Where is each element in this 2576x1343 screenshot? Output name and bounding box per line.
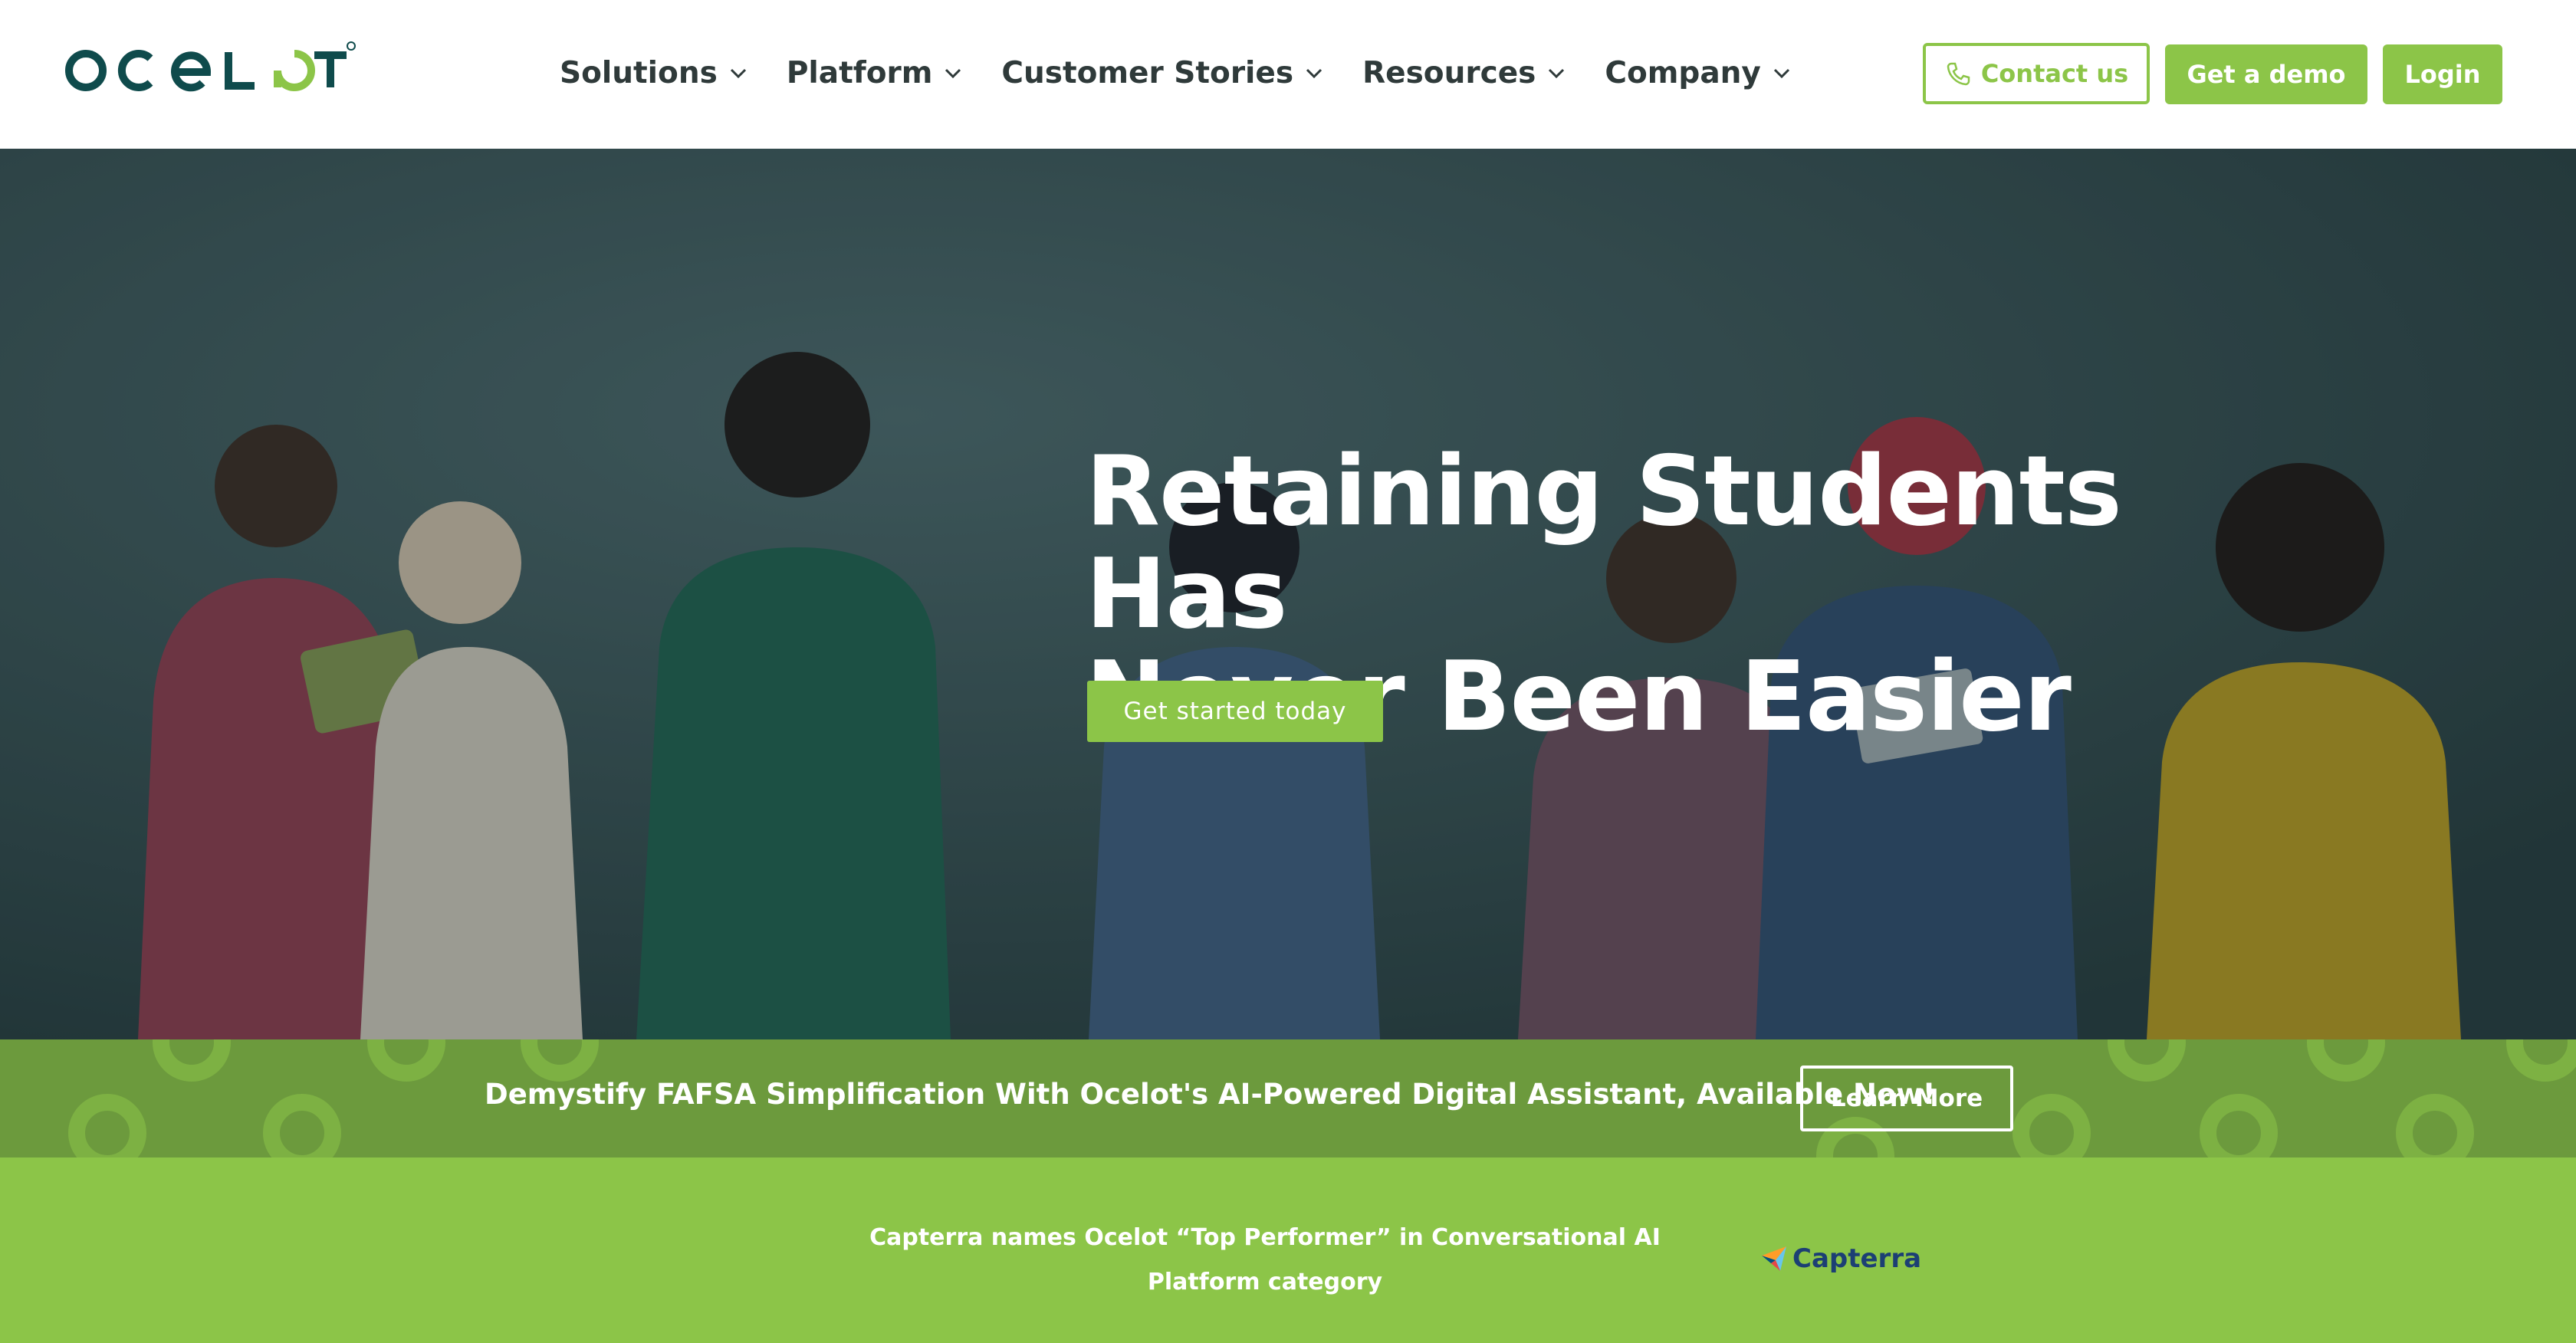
login-label: Login <box>2404 60 2481 89</box>
main-nav: Solutions Platform Customer Stories Reso… <box>560 46 1793 100</box>
ocelot-logo-graphic <box>65 41 356 92</box>
hero-section: Retaining Students Has Never Been Easier… <box>0 149 2576 1039</box>
nav-item-label: Solutions <box>560 55 718 90</box>
nav-item-label: Platform <box>786 55 933 90</box>
announcement-bar: Demystify FAFSA Simplification With Ocel… <box>0 1039 2576 1157</box>
nav-item-resources[interactable]: Resources <box>1362 46 1568 100</box>
chevron-down-icon <box>1549 68 1565 79</box>
get-demo-label: Get a demo <box>2187 60 2346 89</box>
chevron-down-icon <box>730 68 746 79</box>
nav-item-company[interactable]: Company <box>1605 46 1792 100</box>
capterra-arrow-icon <box>1762 1246 1786 1271</box>
ocelot-logo[interactable] <box>64 40 356 98</box>
site-header: Solutions Platform Customer Stories Reso… <box>0 0 2576 149</box>
nav-item-platform[interactable]: Platform <box>787 46 965 100</box>
get-started-button[interactable]: Get started today <box>1087 681 1383 742</box>
capterra-logo[interactable]: Capterra <box>1760 1243 1921 1274</box>
hero-title-line-1: Retaining Students Has <box>1086 435 2122 650</box>
announcement-text: Demystify FAFSA Simplification With Ocel… <box>485 1078 1936 1111</box>
nav-item-customer-stories[interactable]: Customer Stories <box>1001 46 1326 100</box>
capterra-award-text: Capterra names Ocelot “Top Performer” in… <box>869 1224 1661 1295</box>
nav-item-label: Company <box>1605 55 1761 90</box>
nav-item-label: Customer Stories <box>1001 55 1294 90</box>
chevron-down-icon <box>1773 68 1789 79</box>
nav-item-solutions[interactable]: Solutions <box>560 46 750 100</box>
chevron-down-icon <box>1306 68 1322 79</box>
chevron-down-icon <box>945 68 961 79</box>
capterra-band: Capterra names Ocelot “Top Performer” in… <box>0 1157 2576 1343</box>
login-button[interactable]: Login <box>2383 44 2502 104</box>
get-demo-button[interactable]: Get a demo <box>2165 44 2367 104</box>
nav-item-label: Resources <box>1362 55 1536 90</box>
get-started-label: Get started today <box>1123 698 1347 725</box>
capterra-logo-text: Capterra <box>1792 1243 1922 1274</box>
learn-more-label: Learn More <box>1830 1085 1983 1112</box>
phone-icon <box>1947 62 1970 86</box>
contact-us-button[interactable]: Contact us <box>1923 43 2150 104</box>
learn-more-button[interactable]: Learn More <box>1800 1066 2013 1131</box>
contact-us-label: Contact us <box>1980 59 2129 88</box>
